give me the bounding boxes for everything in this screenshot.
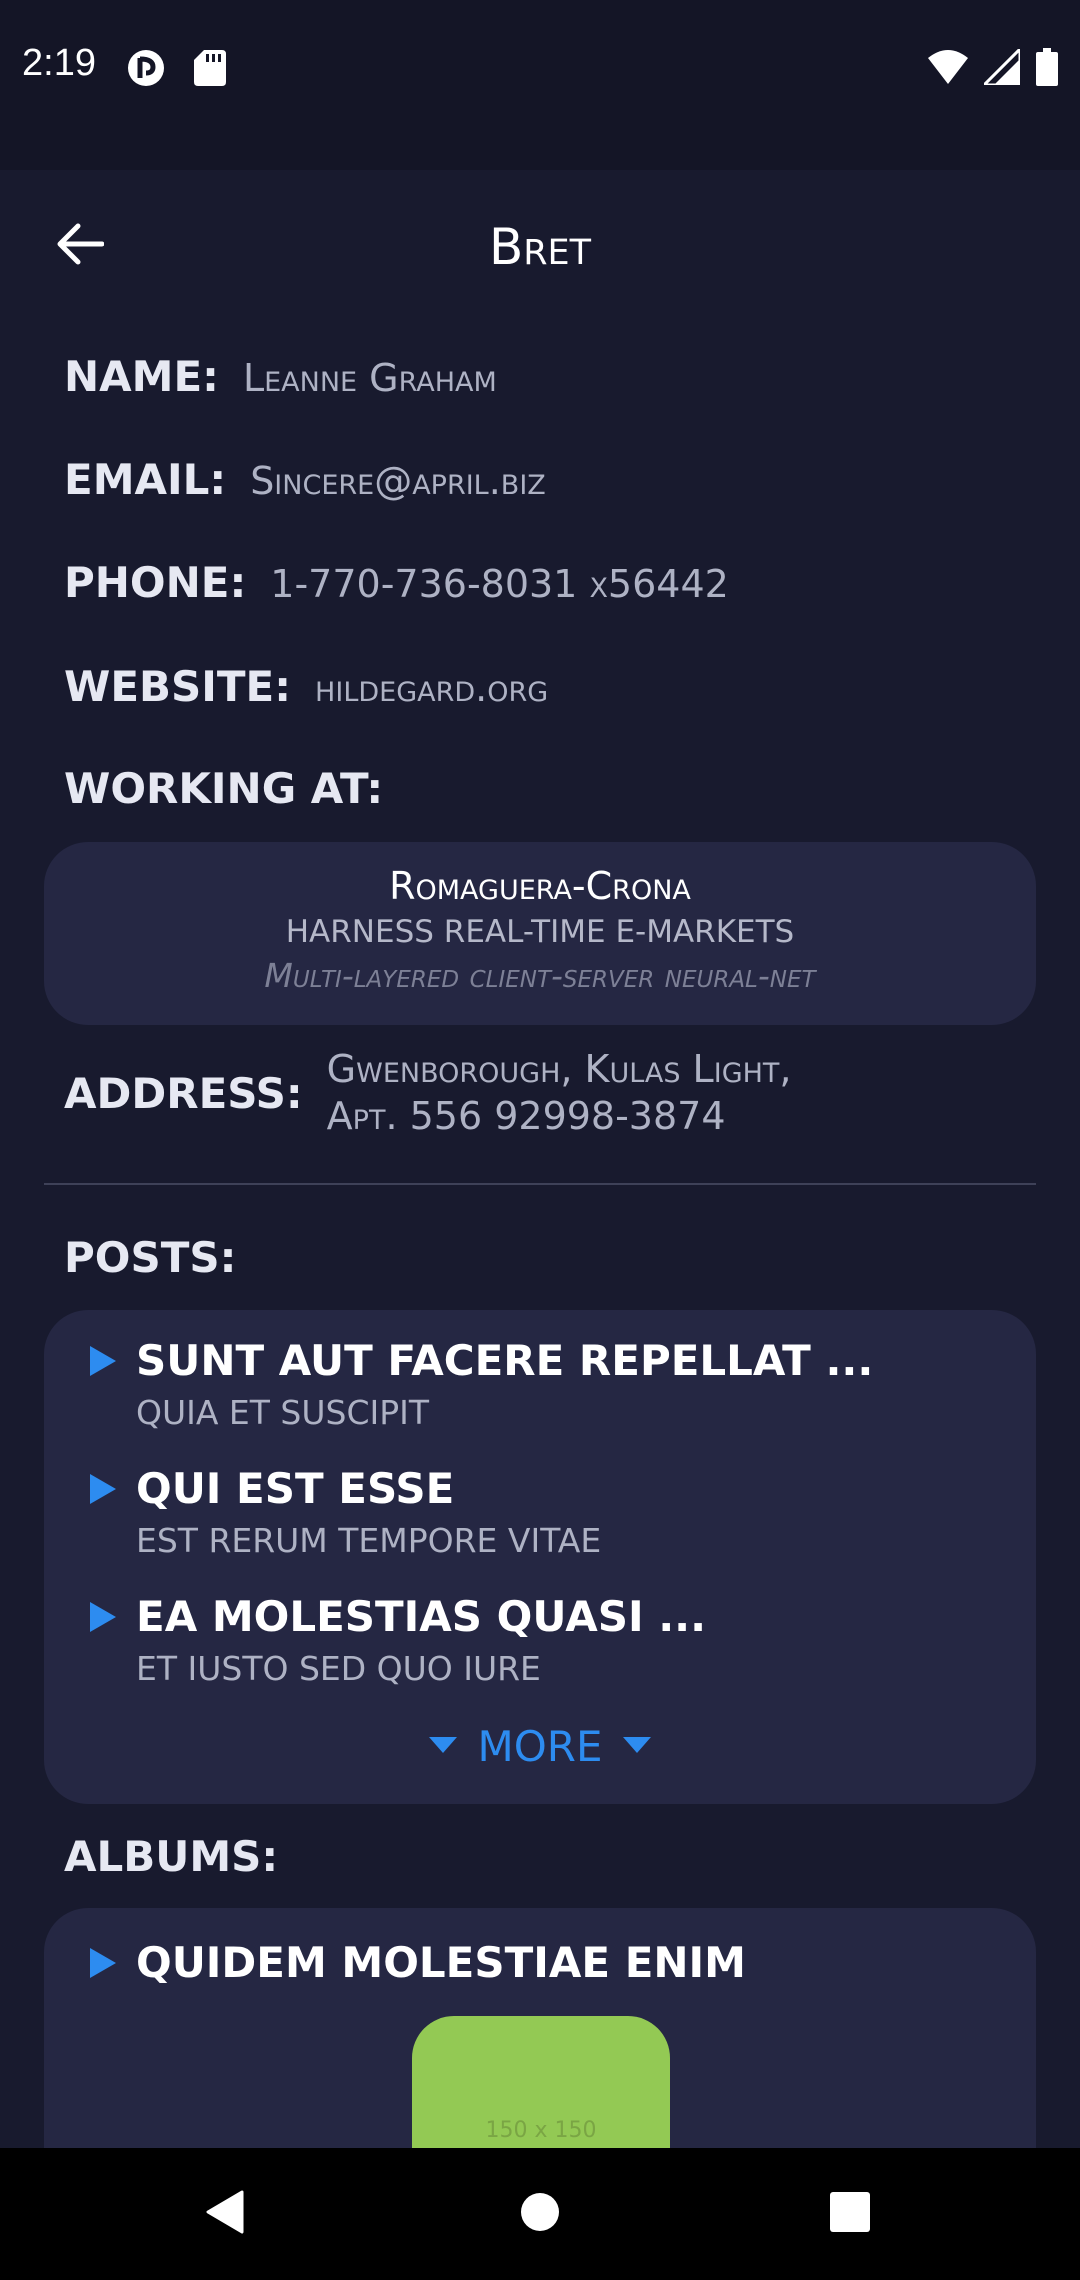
albums-label: ALBUMS: — [64, 1832, 279, 1881]
phone-field: PHONE: 1-770-736-8031 x56442 — [64, 558, 729, 607]
website-value[interactable]: hildegard.org — [315, 666, 548, 710]
post-body: quia et suscipit — [136, 1393, 430, 1432]
email-label: EMAIL: — [64, 455, 227, 504]
albums-card: quidem molestiae enim 150 x 150 — [44, 1908, 1036, 2148]
album-thumbnail[interactable]: 150 x 150 — [412, 2016, 670, 2148]
post-title: sunt aut facere repellat ... — [136, 1336, 874, 1385]
post-item[interactable]: sunt aut facere repellat ... quia et sus… — [88, 1336, 873, 1432]
sd-card-icon — [194, 50, 226, 90]
cellular-signal-icon — [980, 45, 1022, 89]
post-item[interactable]: qui est esse est rerum tempore vitae — [88, 1464, 601, 1560]
album-thumbnail-text: 150 x 150 — [485, 2118, 597, 2143]
nav-recents-button[interactable] — [810, 2178, 890, 2250]
post-title-row: ea molestias quasi ... — [88, 1592, 706, 1641]
post-title: qui est esse — [136, 1464, 455, 1513]
caret-down-icon — [429, 1736, 458, 1757]
album-title-row: quidem molestiae enim — [88, 1938, 746, 1987]
battery-icon — [1036, 48, 1058, 90]
divider — [44, 1183, 1036, 1185]
company-card: Romaguera-Crona harness real-time e-mark… — [44, 842, 1036, 1025]
page-title: Bret — [488, 218, 592, 276]
address-label: ADDRESS: — [64, 1068, 303, 1118]
post-title: ea molestias quasi ... — [136, 1592, 707, 1641]
post-item[interactable]: ea molestias quasi ... et iusto sed quo … — [88, 1592, 706, 1688]
website-field: WEBSITE: hildegard.org — [64, 662, 548, 711]
post-title-row: sunt aut facere repellat ... — [88, 1336, 873, 1385]
status-time: 2:19 — [22, 42, 96, 84]
address-field: ADDRESS: Gwenborough, Kulas Light, Apt. … — [64, 1046, 792, 1140]
phone-label: PHONE: — [64, 558, 247, 607]
post-body: et iusto sed quo iure — [136, 1649, 541, 1688]
wifi-icon — [928, 50, 968, 88]
address-line-2: Apt. 556 92998-3874 — [326, 1094, 726, 1138]
posts-card: sunt aut facere repellat ... quia et sus… — [44, 1310, 1036, 1804]
album-title: quidem molestiae enim — [136, 1938, 746, 1987]
working-at-label: WORKING AT: — [64, 764, 384, 813]
app-bar: Bret — [0, 170, 1080, 330]
play-triangle-icon — [88, 1600, 118, 1634]
system-nav-bar — [0, 2148, 1080, 2280]
company-name: Romaguera-Crona — [389, 864, 691, 908]
name-field: NAME: Leanne Graham — [64, 352, 497, 401]
status-left-icons — [126, 48, 226, 92]
website-label: WEBSITE: — [64, 662, 292, 711]
status-bar: 2:19 — [0, 0, 1080, 170]
address-line-1: Gwenborough, Kulas Light, — [326, 1047, 792, 1091]
recents-square-icon — [830, 2192, 870, 2236]
email-value[interactable]: Sincere@april.biz — [250, 459, 546, 503]
company-catch-phrase: harness real-time e-markets — [285, 914, 795, 950]
name-label: NAME: — [64, 352, 219, 401]
post-body: est rerum tempore vitae — [136, 1521, 602, 1560]
home-circle-icon — [520, 2192, 560, 2236]
album-item[interactable]: quidem molestiae enim — [88, 1938, 746, 1987]
company-bs: Multi-layered client-server neural-net — [264, 956, 816, 995]
phone-value[interactable]: 1-770-736-8031 x56442 — [270, 562, 729, 606]
status-right-icons — [928, 45, 1058, 90]
address-value: Gwenborough, Kulas Light, Apt. 556 92998… — [327, 1046, 792, 1140]
post-title-row: qui est esse — [88, 1464, 601, 1513]
play-triangle-icon — [88, 1344, 118, 1378]
more-posts-button[interactable]: MORE — [44, 1722, 1036, 1771]
play-triangle-icon — [88, 1472, 118, 1506]
name-value: Leanne Graham — [242, 356, 497, 400]
play-triangle-icon — [88, 1946, 118, 1980]
nav-home-button[interactable] — [500, 2178, 580, 2250]
posts-label: POSTS: — [64, 1233, 237, 1282]
email-field: EMAIL: Sincere@april.biz — [64, 455, 546, 504]
privacy-indicator-icon — [126, 48, 166, 92]
more-label: MORE — [477, 1722, 603, 1771]
back-triangle-icon — [204, 2190, 244, 2238]
caret-down-icon — [622, 1736, 651, 1757]
nav-back-button[interactable] — [184, 2178, 264, 2250]
